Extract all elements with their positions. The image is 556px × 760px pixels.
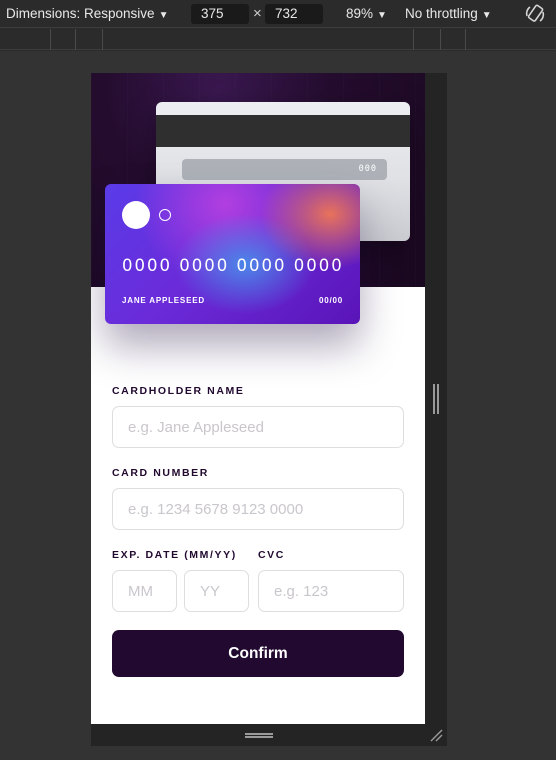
signature-strip: 000 (182, 159, 387, 180)
device-viewport: 000 0000 0000 0000 0000 JANE APPLESEED 0… (91, 73, 425, 724)
card-logo-circle-icon (122, 201, 150, 229)
cvc-label: CVC (258, 549, 285, 561)
confirm-button[interactable]: Confirm (112, 630, 404, 677)
bottom-resize-handle-icon[interactable] (245, 733, 273, 738)
exp-year-input[interactable]: YY (184, 570, 249, 612)
card-number: 0000 0000 0000 0000 (122, 256, 344, 275)
height-input[interactable]: 732 (265, 4, 323, 24)
ruler-tick (413, 29, 414, 50)
cardholder-name-input[interactable]: e.g. Jane Appleseed (112, 406, 404, 448)
zoom-label: 89% (346, 6, 374, 21)
cvc-input[interactable]: e.g. 123 (258, 570, 404, 612)
magnetic-stripe (156, 115, 410, 147)
throttling-label: No throttling (405, 6, 478, 21)
card-cvc: 000 (358, 164, 377, 174)
devtools-device-toolbar: Dimensions: Responsive ▼ 375 × 732 89% ▼ N… (0, 0, 556, 28)
exp-date-label: EXP. DATE (MM/YY) (112, 549, 237, 561)
chevron-down-icon: ▼ (481, 10, 492, 21)
exp-month-input[interactable]: MM (112, 570, 177, 612)
dimensions-label: Dimensions: Responsive (6, 6, 155, 21)
card-expiry: 00/00 (318, 296, 343, 305)
resize-grip-icon[interactable] (429, 728, 443, 742)
dimensions-dropdown[interactable]: Dimensions: Responsive ▼ (6, 6, 168, 21)
ruler-tick (102, 29, 103, 50)
card-number-label: CARD NUMBER (112, 467, 209, 479)
card-front: 0000 0000 0000 0000 JANE APPLESEED 00/00 (105, 184, 360, 324)
width-input[interactable]: 375 (191, 4, 249, 24)
throttling-dropdown[interactable]: No throttling ▼ (405, 6, 492, 21)
rotate-icon[interactable] (524, 3, 546, 25)
ruler-tick (50, 29, 51, 50)
ruler-tick (440, 29, 441, 50)
card-logo-ring-icon (159, 209, 171, 221)
ruler-tick (75, 29, 76, 50)
media-query-ruler[interactable] (0, 29, 556, 50)
zoom-dropdown[interactable]: 89% ▼ (346, 6, 387, 21)
card-holder-name: JANE APPLESEED (122, 296, 205, 305)
right-resize-handle-icon[interactable] (433, 384, 439, 414)
ruler-tick (465, 29, 466, 50)
card-number-input[interactable]: e.g. 1234 5678 9123 0000 (112, 488, 404, 530)
times-icon: × (253, 5, 262, 22)
chevron-down-icon: ▼ (158, 10, 169, 21)
chevron-down-icon: ▼ (377, 10, 387, 21)
cardholder-name-label: CARDHOLDER NAME (112, 385, 245, 397)
